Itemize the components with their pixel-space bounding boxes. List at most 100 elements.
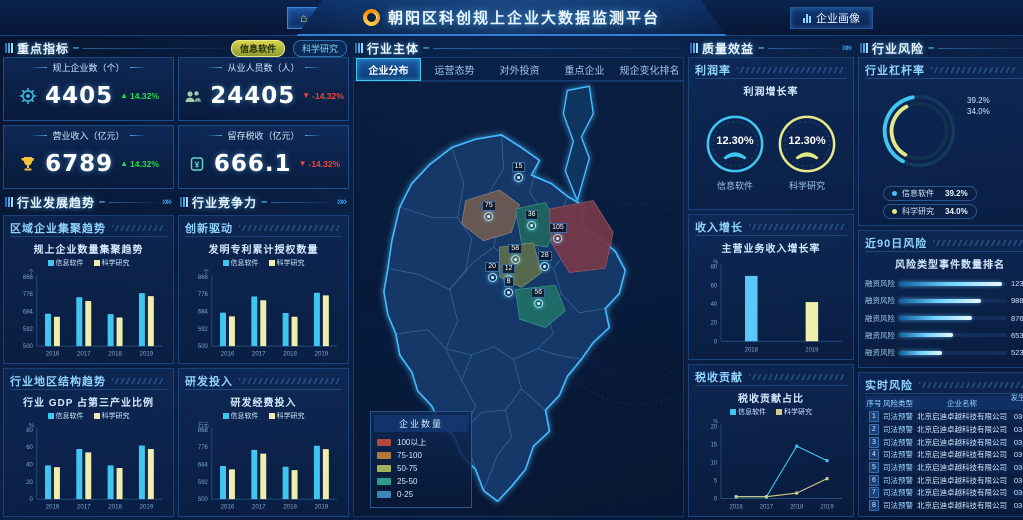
map-marker[interactable]: 20 bbox=[485, 262, 499, 282]
top-header: ⌂ 行业概览 朝阳区科创规上企业大数据监测平台 企业画像 bbox=[0, 0, 1023, 36]
map-pin-icon bbox=[540, 262, 549, 271]
svg-text:2019: 2019 bbox=[315, 504, 329, 511]
chevrons-right-icon[interactable]: »» bbox=[337, 196, 347, 208]
chart-legend: 信息软件科学研究 bbox=[695, 407, 847, 417]
svg-text:500: 500 bbox=[198, 497, 209, 503]
tax-contribution-card: 税收贡献 税收贡献占比 信息软件科学研究%0510152020162017201… bbox=[688, 364, 854, 517]
arrow-up-icon: ▲ bbox=[120, 159, 128, 168]
stat-value: 6789 bbox=[45, 151, 113, 177]
map-pin-icon bbox=[484, 212, 493, 221]
tab-5[interactable]: 规企变化排名 bbox=[618, 59, 681, 80]
donut-value-labels: 39.2% 34.0% bbox=[967, 95, 990, 117]
svg-text:2019: 2019 bbox=[315, 351, 329, 358]
map-legend-title: 企业数量 bbox=[374, 415, 468, 432]
hatch-decoration bbox=[749, 374, 845, 380]
chart-title: 主营业务收入增长率 bbox=[695, 238, 847, 257]
table-row[interactable]: 3 司法预警 北京启迪卓越科技有限公司 03-16 bbox=[865, 436, 1023, 449]
svg-text:0: 0 bbox=[714, 497, 718, 503]
svg-text:10: 10 bbox=[711, 460, 718, 466]
dev-trend-column: 行业发展趋势 – »» 区域企业集聚趋势 规上企业数量集聚趋势 信息软件科学研究… bbox=[3, 193, 174, 517]
chevrons-right-icon[interactable]: »» bbox=[162, 196, 172, 208]
map-legend-row: 25-50 bbox=[377, 475, 465, 488]
panel-bars-icon bbox=[5, 43, 13, 53]
stat-label: 营业收入（亿元） bbox=[8, 129, 169, 142]
tab-1[interactable]: 企业分布 bbox=[356, 58, 421, 81]
table-row[interactable]: 7 司法预警 北京启迪卓越科技有限公司 03-16 bbox=[865, 487, 1023, 500]
competitiveness-column: 行业竞争力 – »» 创新驱动 发明专利累计授权数量 信息软件科学研究个5005… bbox=[178, 193, 349, 517]
tab-4[interactable]: 重点企业 bbox=[553, 59, 616, 80]
stat-card[interactable]: 营业收入（亿元） 6789 ▲14.32% bbox=[3, 125, 174, 189]
panel-bars-icon bbox=[180, 197, 188, 207]
legend-swatch-icon bbox=[377, 439, 391, 446]
stat-card[interactable]: 留存税收（亿元） ¥ 666.1 ▼-14.32% bbox=[178, 125, 349, 189]
map-marker[interactable]: 56 bbox=[531, 288, 545, 308]
table-row[interactable]: 8 司法预警 北京启迪卓越科技有限公司 03-16 bbox=[865, 499, 1023, 512]
filter-info-software[interactable]: 信息软件 bbox=[231, 40, 285, 57]
trophy-icon bbox=[18, 154, 38, 174]
svg-text:2019: 2019 bbox=[805, 346, 819, 353]
svg-text:592: 592 bbox=[198, 327, 208, 333]
gauge-science-research: 12.30% 科学研究 bbox=[776, 113, 838, 192]
left-sub-columns: 行业发展趋势 – »» 区域企业集聚趋势 规上企业数量集聚趋势 信息软件科学研究… bbox=[3, 193, 349, 517]
risk-rank-row: 融资风险 876 bbox=[865, 312, 1023, 324]
competitiveness-title: 行业竞争力 bbox=[192, 194, 257, 211]
section-title: 利润率 bbox=[695, 62, 731, 78]
leverage-card: 行业杠杆率 i 39.2% 34.0% bbox=[858, 57, 1023, 226]
svg-text:776: 776 bbox=[198, 292, 209, 298]
svg-text:2017: 2017 bbox=[252, 504, 266, 511]
svg-text:80: 80 bbox=[26, 428, 33, 434]
table-row[interactable]: 1 司法预警 北京启迪卓越科技有限公司 03-16 bbox=[865, 410, 1023, 423]
tab-3[interactable]: 对外投资 bbox=[488, 59, 551, 80]
svg-text:868: 868 bbox=[198, 275, 209, 281]
map-pin-icon bbox=[488, 273, 497, 282]
svg-text:2018: 2018 bbox=[108, 504, 122, 511]
legend-swatch-icon bbox=[377, 452, 391, 459]
legend-item-science-research: 科学研究 34.0% bbox=[883, 204, 977, 219]
map-marker[interactable]: 28 bbox=[538, 251, 552, 271]
stat-value: 24405 bbox=[210, 83, 295, 109]
map-marker[interactable]: 75 bbox=[482, 201, 496, 221]
filter-science-research[interactable]: 科学研究 bbox=[293, 40, 347, 57]
map-marker[interactable]: 15 bbox=[512, 162, 526, 182]
svg-text:2016: 2016 bbox=[46, 351, 60, 358]
risk-ranking-bars: 融资风险 1234融资风险 988融资风险 876融资风险 653融资风险 52… bbox=[865, 273, 1023, 363]
income-growth-card: 收入增长 主营业务收入增长率 %02040608020182019 bbox=[688, 214, 854, 360]
marker-value: 56 bbox=[531, 288, 545, 298]
panel-bars-icon bbox=[5, 197, 13, 207]
svg-text:2017: 2017 bbox=[77, 504, 91, 511]
gauge-label: 科学研究 bbox=[789, 179, 825, 192]
stat-value: 666.1 bbox=[214, 151, 292, 177]
profit-rate-card: 利润率 利润增长率 12.30% bbox=[688, 57, 854, 210]
svg-text:684: 684 bbox=[198, 463, 209, 469]
industry-main-header: 行业主体 – bbox=[353, 39, 684, 57]
chevrons-right-icon[interactable]: »» bbox=[842, 42, 852, 54]
chart-legend: 信息软件科学研究 bbox=[10, 411, 167, 421]
risk-rank-row: 融资风险 653 bbox=[865, 329, 1023, 341]
svg-text:2017: 2017 bbox=[77, 351, 91, 358]
industry-main-panel: 行业主体 – 企业分布运营态势对外投资重点企业规企变化排名 bbox=[353, 39, 684, 517]
tab-2[interactable]: 运营态势 bbox=[423, 59, 486, 80]
table-row[interactable]: 2 司法预警 北京启迪卓越科技有限公司 03-16 bbox=[865, 423, 1023, 436]
patent-chart: 信息软件科学研究个5005926847768682016201720182019 bbox=[185, 258, 342, 359]
svg-text:2019: 2019 bbox=[140, 504, 154, 511]
hatch-decoration bbox=[239, 225, 340, 231]
map-legend-row: 0-25 bbox=[377, 488, 465, 501]
svg-text:¥: ¥ bbox=[194, 159, 199, 169]
section-title: 区域企业集聚趋势 bbox=[10, 220, 106, 236]
map-marker[interactable]: 58 bbox=[508, 244, 522, 264]
map-marker[interactable]: 105 bbox=[549, 223, 567, 243]
section-title: 实时风险 bbox=[865, 377, 913, 393]
nav-enterprise-portrait[interactable]: 企业画像 bbox=[790, 7, 873, 29]
key-metrics-header: 重点指标 – 信息软件 科学研究 bbox=[3, 39, 349, 57]
table-row[interactable]: 4 司法预警 北京启迪卓越科技有限公司 03-16 bbox=[865, 448, 1023, 461]
table-row[interactable]: 6 司法预警 北京启迪卓越科技有限公司 03-16 bbox=[865, 474, 1023, 487]
map-marker[interactable]: 36 bbox=[525, 210, 539, 230]
money-icon: ¥ bbox=[187, 154, 207, 174]
table-row[interactable]: 5 司法预警 北京启迪卓越科技有限公司 03-16 bbox=[865, 461, 1023, 474]
stat-delta: ▼-14.32% bbox=[302, 91, 344, 101]
stat-card[interactable]: 规上企业数（个） 4405 ▲14.32% bbox=[3, 57, 174, 121]
stat-card[interactable]: 从业人员数（人） 24405 ▼-14.32% bbox=[178, 57, 349, 121]
chart-title: 发明专利累计授权数量 bbox=[185, 239, 342, 258]
platform-logo-icon bbox=[363, 9, 380, 26]
map-marker[interactable]: 8 bbox=[504, 277, 514, 297]
